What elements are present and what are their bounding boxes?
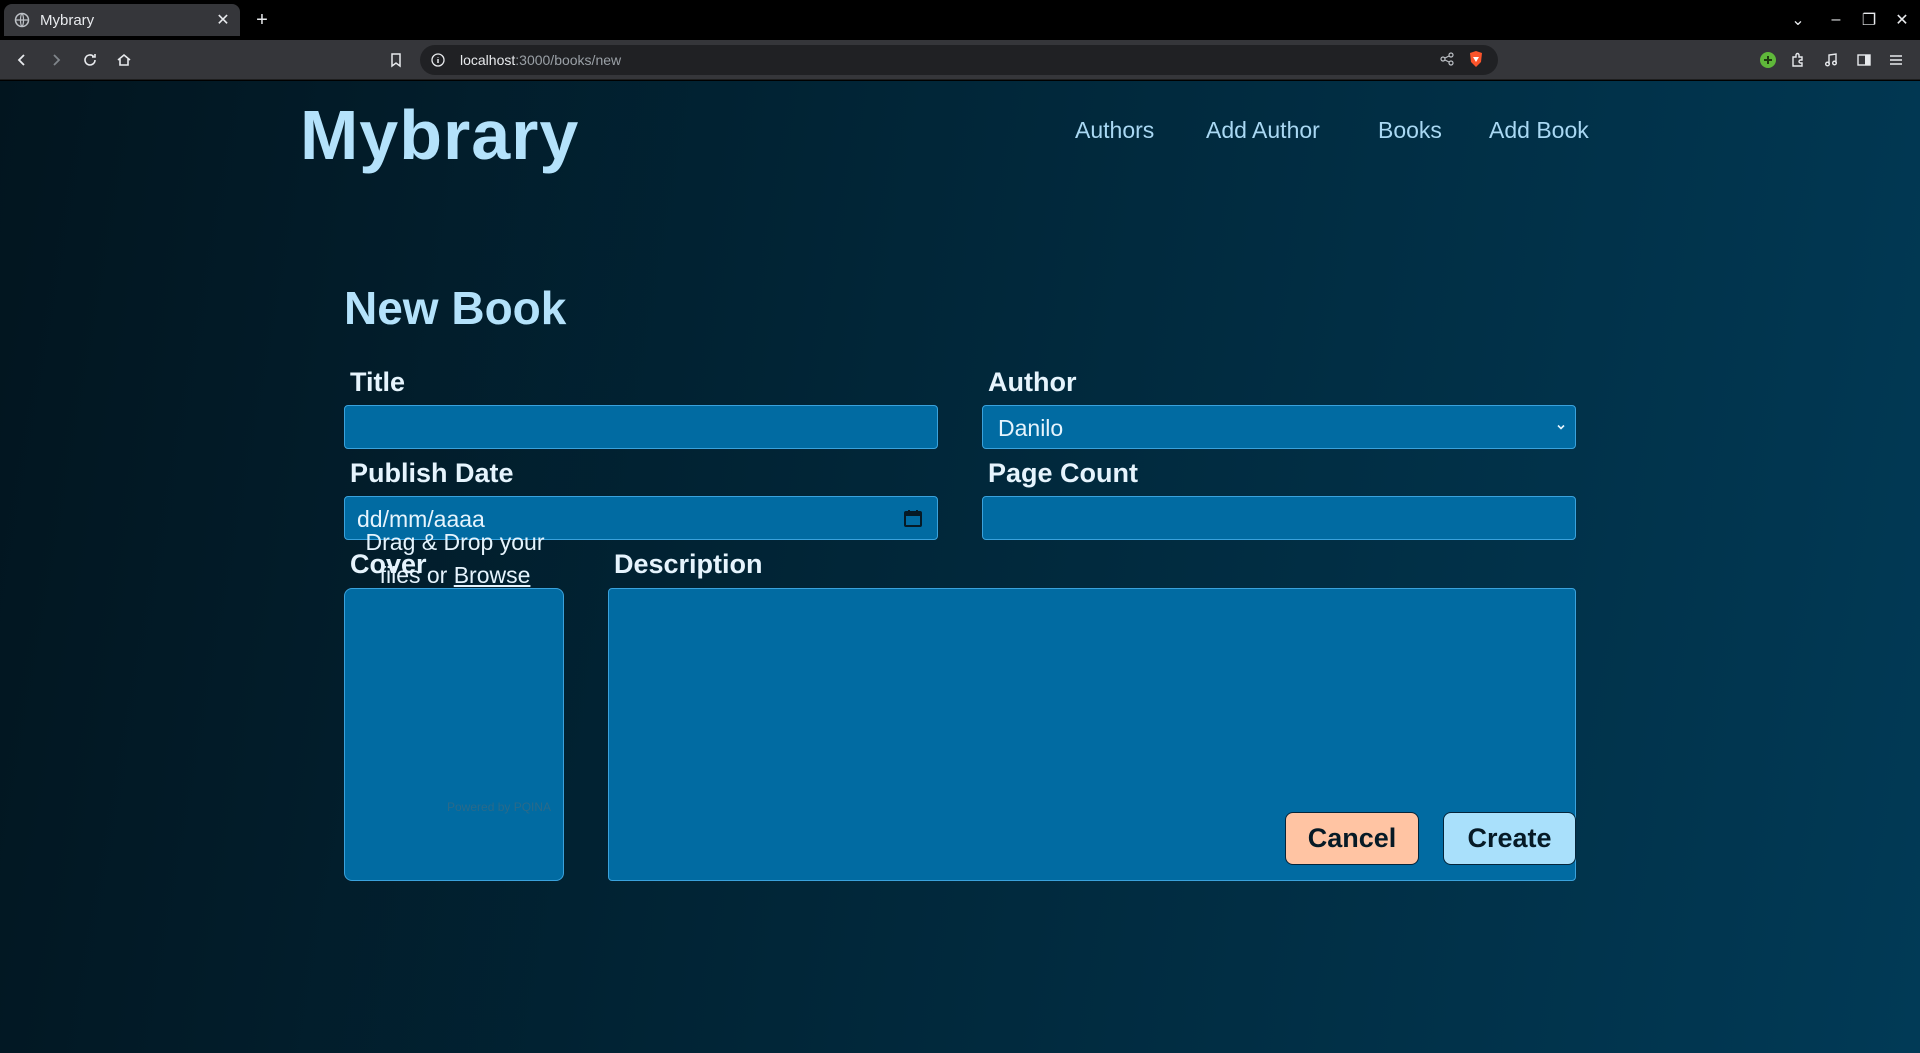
- create-button[interactable]: Create: [1443, 812, 1576, 865]
- tab-list-chevron-icon[interactable]: ⌄: [1786, 8, 1810, 32]
- browser-tab-bar: Mybrary ✕ + ⌄ – ❐ ✕: [0, 0, 1920, 40]
- description-textarea[interactable]: [608, 588, 1576, 881]
- site-info-icon[interactable]: [428, 50, 448, 70]
- tab-title: Mybrary: [40, 11, 95, 29]
- browser-tab[interactable]: Mybrary ✕: [4, 4, 240, 36]
- page-count-label: Page Count: [988, 458, 1139, 488]
- media-music-icon[interactable]: [1819, 48, 1843, 72]
- address-bar-actions: [1440, 50, 1484, 73]
- new-tab-icon[interactable]: +: [250, 8, 274, 32]
- extensions-puzzle-icon[interactable]: [1786, 48, 1810, 72]
- title-input[interactable]: [344, 405, 938, 449]
- author-select-value: Danilo: [998, 415, 1064, 441]
- title-label: Title: [350, 367, 406, 397]
- close-tab-icon[interactable]: ✕: [212, 9, 234, 31]
- sidebar-toggle-icon[interactable]: [1852, 48, 1876, 72]
- page-title: New Book: [344, 282, 567, 334]
- minimize-icon[interactable]: –: [1824, 8, 1848, 32]
- cancel-button[interactable]: Cancel: [1285, 812, 1419, 865]
- brave-shield-icon[interactable]: [1468, 50, 1484, 73]
- extension-plus-icon[interactable]: [1756, 48, 1780, 72]
- home-icon[interactable]: [112, 48, 136, 72]
- cover-drop-text: Drag & Drop your files or Browse: [350, 526, 560, 592]
- author-label: Author: [988, 367, 1077, 397]
- powered-by-label[interactable]: Powered by PQINA: [447, 800, 551, 814]
- close-window-icon[interactable]: ✕: [1890, 8, 1914, 32]
- address-bar[interactable]: localhost:3000/books/new: [420, 45, 1498, 75]
- nav-books[interactable]: Books: [1378, 117, 1442, 144]
- page: Mybrary Authors Add Author Books Add Boo…: [0, 81, 1920, 1053]
- url-host: localhost: [460, 52, 516, 68]
- reload-icon[interactable]: [78, 48, 102, 72]
- back-icon[interactable]: [10, 48, 34, 72]
- menu-hamburger-icon[interactable]: [1884, 48, 1908, 72]
- cover-dropzone[interactable]: [344, 588, 564, 881]
- publish-date-label: Publish Date: [350, 458, 514, 488]
- brand-logo[interactable]: Mybrary: [300, 95, 579, 175]
- bookmark-icon[interactable]: [384, 48, 408, 72]
- author-select[interactable]: Danilo: [982, 405, 1576, 449]
- share-icon[interactable]: [1440, 52, 1454, 71]
- nav-add-author[interactable]: Add Author: [1206, 117, 1320, 144]
- restore-icon[interactable]: ❐: [1857, 8, 1881, 32]
- globe-icon: [14, 12, 30, 28]
- forward-icon[interactable]: [44, 48, 68, 72]
- url-path: :3000/books/new: [515, 52, 622, 68]
- nav-authors[interactable]: Authors: [1075, 117, 1154, 144]
- nav-add-book[interactable]: Add Book: [1489, 117, 1589, 144]
- cover-browse-link[interactable]: Browse: [454, 562, 531, 588]
- description-label: Description: [614, 549, 763, 579]
- calendar-icon[interactable]: [903, 508, 923, 533]
- page-count-input[interactable]: [982, 496, 1576, 540]
- chevron-down-icon: [1555, 420, 1567, 438]
- url-text: localhost:3000/books/new: [460, 52, 621, 68]
